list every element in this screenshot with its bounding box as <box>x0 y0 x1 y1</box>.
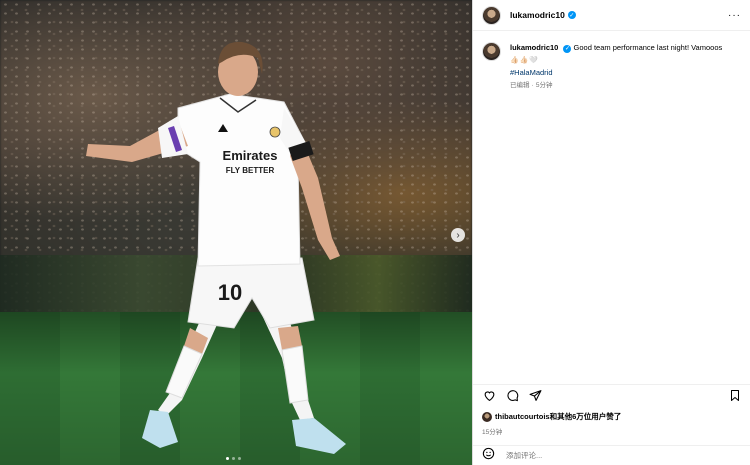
likes-summary[interactable]: thibautcourtois和其他6万位用户赞了 <box>482 411 621 422</box>
share-icon[interactable] <box>528 389 542 403</box>
post-details-panel: lukamodric10 ✓ ··· lukamodric10 ✓ Good t… <box>472 0 750 465</box>
jersey-sponsor: Emirates <box>223 148 278 163</box>
likes-text: thibautcourtois和其他6万位用户赞了 <box>495 412 622 421</box>
post-viewer: Emirates FLY BETTER 10 › lukamodric10 ✓ … <box>0 0 750 465</box>
caption-text: Good team performance last night! Vamooo… <box>573 43 723 52</box>
emoji-icon[interactable] <box>482 447 495 465</box>
more-icon[interactable]: ··· <box>728 10 741 21</box>
action-bar <box>473 384 750 406</box>
bookmark-icon[interactable] <box>728 389 742 403</box>
next-photo-button[interactable]: › <box>451 228 465 242</box>
post-age: 5分钟 <box>535 82 553 89</box>
caption-username[interactable]: lukamodric10 <box>510 43 558 52</box>
carousel-dot <box>232 457 235 460</box>
liker-avatar <box>482 411 492 422</box>
post-header: lukamodric10 ✓ ··· <box>473 0 750 31</box>
heart-icon[interactable] <box>482 389 496 403</box>
carousel-dot <box>226 457 229 460</box>
shorts-number: 10 <box>218 280 242 305</box>
post-timestamp: 15分钟 <box>482 429 503 436</box>
verified-badge-icon: ✓ <box>567 11 576 19</box>
comment-input[interactable] <box>504 450 708 461</box>
hashtag-link[interactable]: #HalaMadrid <box>510 68 553 77</box>
carousel-indicator <box>226 457 241 460</box>
edited-label: 已编辑 <box>510 82 530 89</box>
comment-bar <box>473 445 750 465</box>
post-photo[interactable]: Emirates FLY BETTER 10 › <box>0 0 472 465</box>
player-figure: Emirates FLY BETTER 10 <box>86 41 346 454</box>
author-avatar[interactable] <box>482 5 501 25</box>
carousel-dot <box>238 457 241 460</box>
caption-avatar[interactable] <box>482 42 501 61</box>
comment-icon[interactable] <box>505 389 519 403</box>
chevron-right-icon: › <box>456 229 460 241</box>
caption-emoji: 👍🏻👍🏻🤍 <box>510 57 540 64</box>
post-caption: lukamodric10 ✓ Good team performance las… <box>473 31 750 92</box>
meta-separator: · <box>531 82 534 89</box>
caption-body: lukamodric10 ✓ Good team performance las… <box>510 42 722 92</box>
verified-badge-icon: ✓ <box>563 45 572 53</box>
author-username[interactable]: lukamodric10 <box>510 10 565 20</box>
jersey-slogan: FLY BETTER <box>226 166 275 175</box>
